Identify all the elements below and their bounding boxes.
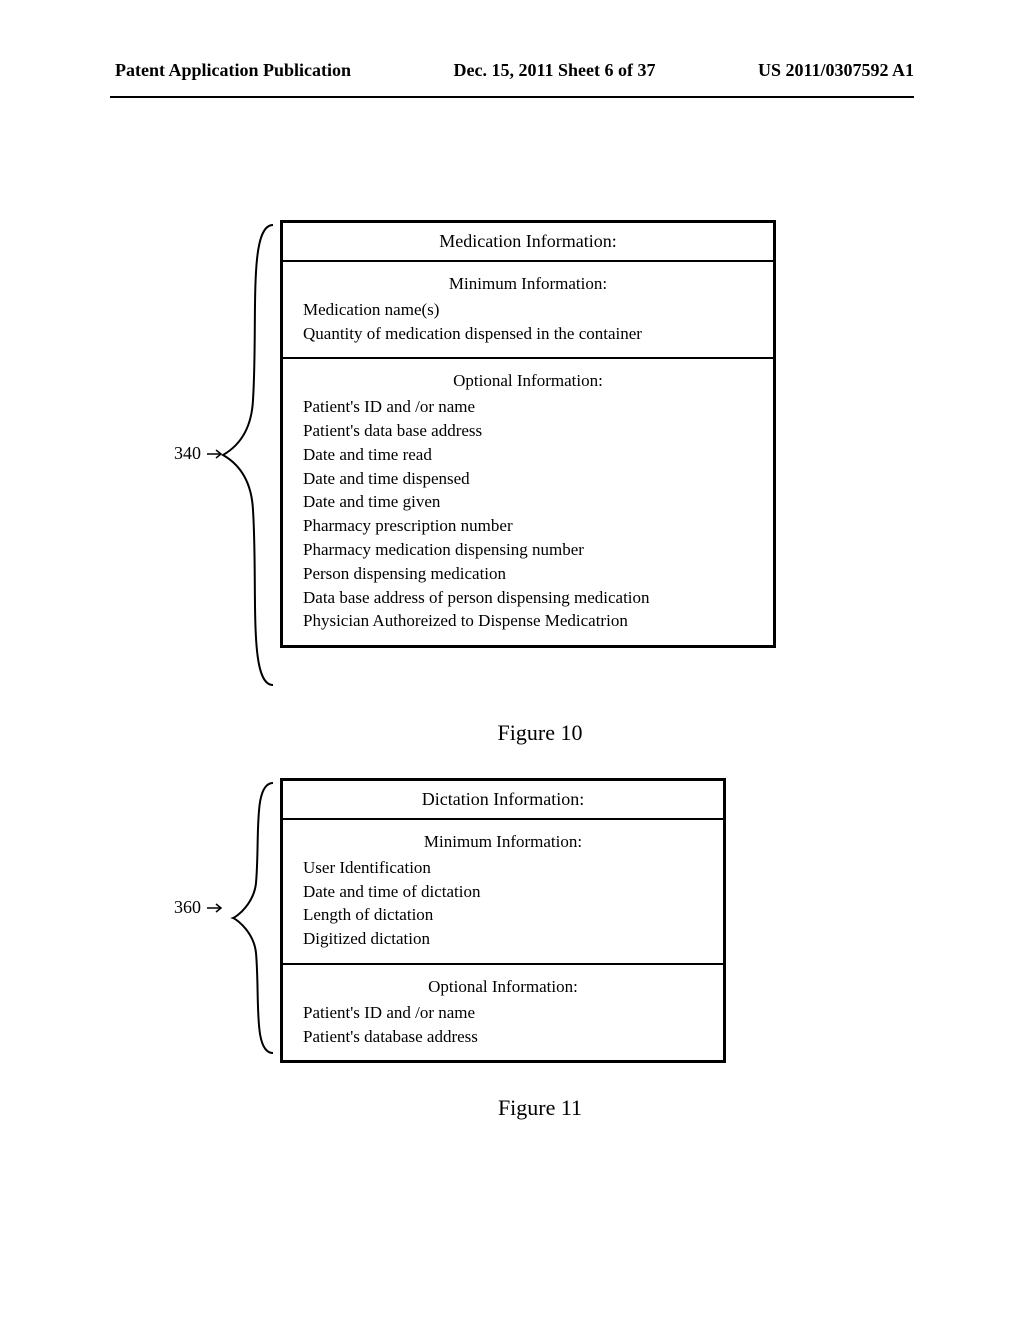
dictation-info-box: Dictation Information: Minimum Informati…	[280, 778, 726, 1063]
info-line: Physician Authoreized to Dispense Medica…	[303, 609, 753, 633]
info-line: Date and time read	[303, 443, 753, 467]
minimum-info-section: Minimum Information: User Identification…	[283, 820, 723, 963]
arrow-icon	[207, 903, 225, 913]
info-line: Medication name(s)	[303, 298, 753, 322]
figure-caption-10: Figure 10	[440, 720, 640, 746]
info-line: Patient's ID and /or name	[303, 395, 753, 419]
info-line: Digitized dictation	[303, 927, 703, 951]
optional-info-section: Optional Information: Patient's ID and /…	[283, 963, 723, 1060]
optional-info-section: Optional Information: Patient's ID and /…	[283, 357, 773, 645]
page-header: Patent Application Publication Dec. 15, …	[0, 0, 1024, 91]
info-line: Length of dictation	[303, 903, 703, 927]
header-left: Patent Application Publication	[115, 60, 351, 81]
info-line: Pharmacy prescription number	[303, 514, 753, 538]
info-line: Pharmacy medication dispensing number	[303, 538, 753, 562]
info-line: Patient's data base address	[303, 419, 753, 443]
info-line: Date and time given	[303, 490, 753, 514]
info-line: Patient's database address	[303, 1025, 703, 1049]
minimum-info-section: Minimum Information: Medication name(s) …	[283, 262, 773, 357]
reference-label-340: 340	[174, 443, 201, 464]
medication-info-box: Medication Information: Minimum Informat…	[280, 220, 776, 648]
section-heading: Optional Information:	[303, 975, 703, 999]
section-heading: Optional Information:	[303, 369, 753, 393]
info-line: Quantity of medication dispensed in the …	[303, 322, 753, 346]
header-center: Dec. 15, 2011 Sheet 6 of 37	[454, 60, 656, 81]
section-heading: Minimum Information:	[303, 830, 703, 854]
header-right: US 2011/0307592 A1	[758, 60, 914, 81]
info-line: Date and time dispensed	[303, 467, 753, 491]
reference-label-360: 360	[174, 897, 201, 918]
info-line: Data base address of person dispensing m…	[303, 586, 753, 610]
curly-brace-icon	[228, 778, 278, 1058]
figure-caption-11: Figure 11	[440, 1095, 640, 1121]
header-rule	[110, 96, 914, 98]
info-line: User Identification	[303, 856, 703, 880]
info-line: Date and time of dictation	[303, 880, 703, 904]
section-heading: Minimum Information:	[303, 272, 753, 296]
info-line: Person dispensing medication	[303, 562, 753, 586]
box-title: Dictation Information:	[283, 781, 723, 820]
box-title: Medication Information:	[283, 223, 773, 262]
info-line: Patient's ID and /or name	[303, 1001, 703, 1025]
curly-brace-icon	[218, 220, 278, 690]
